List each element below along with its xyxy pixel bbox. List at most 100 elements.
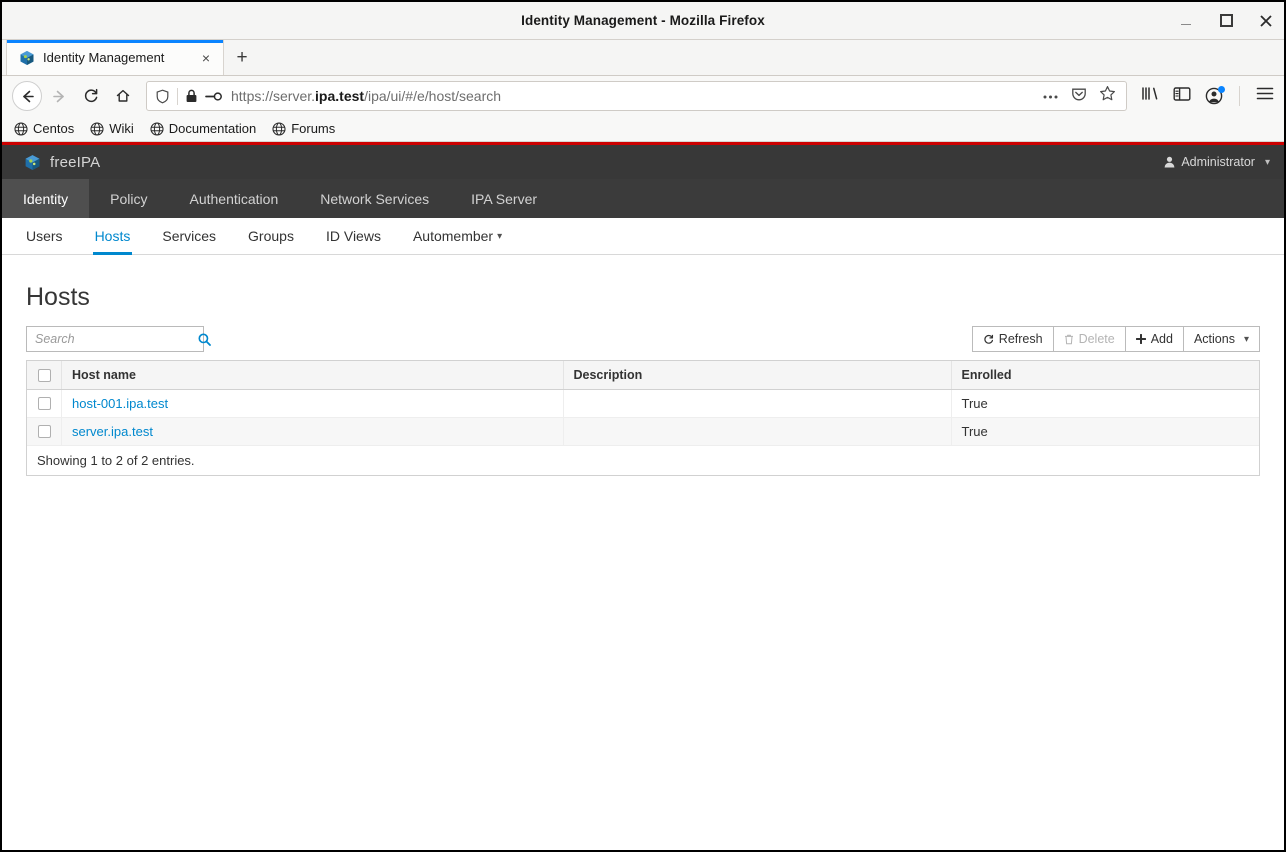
nav-authentication[interactable]: Authentication xyxy=(169,179,300,218)
bookmark-forums[interactable]: Forums xyxy=(272,121,335,136)
tab-title: Identity Management xyxy=(43,50,165,65)
globe-icon xyxy=(14,121,28,136)
freeipa-favicon xyxy=(20,50,34,65)
refresh-button[interactable]: Refresh xyxy=(971,326,1054,352)
tab-strip: Identity Management × + xyxy=(2,40,1284,76)
subnav-automember[interactable]: Automember ▾ xyxy=(397,218,518,254)
subnav-users[interactable]: Users xyxy=(10,218,79,254)
delete-button[interactable]: Delete xyxy=(1052,326,1126,352)
row-checkbox[interactable] xyxy=(38,425,51,438)
brand[interactable]: freeIPA xyxy=(24,154,100,171)
subnav-services[interactable]: Services xyxy=(146,218,232,254)
globe-icon xyxy=(150,121,164,136)
tab-close-icon[interactable]: × xyxy=(197,49,215,67)
reload-icon[interactable] xyxy=(76,81,106,111)
sidebar-icon[interactable] xyxy=(1173,86,1191,107)
main-content: Hosts Refresh xyxy=(2,255,1284,476)
url-domain: ipa.test xyxy=(315,88,365,104)
pocket-icon[interactable] xyxy=(1071,86,1087,107)
table-row[interactable]: server.ipa.test True xyxy=(27,417,1259,446)
search-icon[interactable] xyxy=(198,333,211,346)
user-name: Administrator xyxy=(1181,155,1255,169)
lock-icon[interactable] xyxy=(185,89,198,103)
bookmark-documentation[interactable]: Documentation xyxy=(150,121,256,136)
brand-label: freeIPA xyxy=(50,153,101,171)
search-input[interactable] xyxy=(35,332,198,346)
subnav-groups[interactable]: Groups xyxy=(232,218,310,254)
hosts-table: Host name Description Enrolled host-001.… xyxy=(27,361,1259,446)
row-select-cell xyxy=(27,389,62,418)
page-title: Hosts xyxy=(26,283,90,311)
cell-host-name: server.ipa.test xyxy=(61,417,564,446)
trash-icon xyxy=(1064,334,1074,345)
nav-network-services[interactable]: Network Services xyxy=(299,179,450,218)
list-toolbar: Refresh Delete Add xyxy=(26,326,1260,352)
page-actions-icon[interactable] xyxy=(1042,87,1059,105)
close-icon[interactable] xyxy=(1256,11,1276,31)
column-header-description[interactable]: Description xyxy=(563,361,952,390)
globe-icon xyxy=(272,121,286,136)
select-all-checkbox[interactable] xyxy=(38,368,51,382)
library-icon[interactable] xyxy=(1141,85,1159,107)
column-header-host-name[interactable]: Host name xyxy=(61,361,564,390)
freeipa-logo-icon xyxy=(25,154,40,170)
row-checkbox[interactable] xyxy=(38,397,51,410)
cell-description xyxy=(563,417,952,446)
table-body: host-001.ipa.test True server.ipa.test T… xyxy=(27,389,1259,446)
bookmark-star-icon[interactable] xyxy=(1099,85,1116,107)
add-button[interactable]: Add xyxy=(1124,326,1184,352)
account-icon[interactable] xyxy=(1205,86,1225,105)
subnav-id-views[interactable]: ID Views xyxy=(310,218,397,254)
page-viewport: freeIPA Administrator ▾ Identity Policy … xyxy=(2,142,1284,850)
back-icon[interactable] xyxy=(12,81,42,111)
url-path: /ipa/ui/#/e/host/search xyxy=(364,88,502,104)
row-select-cell xyxy=(27,417,62,446)
host-link[interactable]: server.ipa.test xyxy=(72,424,153,439)
action-buttons: Refresh Delete Add Actions ▾ xyxy=(971,326,1260,352)
actions-label: Actions xyxy=(1193,332,1235,346)
urlbar-divider xyxy=(177,87,178,105)
url-text[interactable]: https://server.ipa.test/ipa/ui/#/e/host/… xyxy=(229,88,1035,104)
bookmarks-bar: Centos Wiki Documentation Forums xyxy=(2,116,1284,142)
account-badge-dot xyxy=(1218,86,1225,93)
key-icon[interactable] xyxy=(205,91,222,102)
table-header-row: Host name Description Enrolled xyxy=(27,361,1259,390)
column-header-enrolled[interactable]: Enrolled xyxy=(951,361,1259,390)
minimize-icon[interactable] xyxy=(1176,11,1196,31)
actions-button[interactable]: Actions ▾ xyxy=(1182,326,1260,352)
host-link[interactable]: host-001.ipa.test xyxy=(72,396,168,411)
nav-ipa-server[interactable]: IPA Server xyxy=(450,179,558,218)
chevron-down-icon: ▾ xyxy=(1243,333,1249,345)
search-box[interactable] xyxy=(26,326,211,352)
toolbar-divider xyxy=(1239,86,1240,106)
nav-identity[interactable]: Identity xyxy=(2,179,90,218)
subnav-automember-label: Automember xyxy=(412,228,494,244)
cell-enrolled: True xyxy=(951,417,1259,446)
table-row[interactable]: host-001.ipa.test True xyxy=(27,389,1259,418)
browser-tab-identity-management[interactable]: Identity Management × xyxy=(6,40,224,75)
bookmark-label: Documentation xyxy=(168,121,257,136)
home-icon[interactable] xyxy=(108,81,138,111)
globe-icon xyxy=(90,121,104,136)
maximize-icon[interactable] xyxy=(1216,11,1236,31)
forward-icon[interactable] xyxy=(44,81,74,111)
nav-policy[interactable]: Policy xyxy=(89,179,168,218)
table-head: Host name Description Enrolled xyxy=(27,361,1259,390)
hamburger-menu-icon[interactable] xyxy=(1256,86,1274,106)
address-bar[interactable]: https://server.ipa.test/ipa/ui/#/e/host/… xyxy=(146,81,1127,111)
table-summary: Showing 1 to 2 of 2 entries. xyxy=(27,446,1259,475)
bookmark-wiki[interactable]: Wiki xyxy=(90,121,134,136)
refresh-label: Refresh xyxy=(998,332,1043,346)
app-header: freeIPA Administrator ▾ xyxy=(2,145,1284,179)
cell-description xyxy=(563,389,952,418)
tracking-protection-shield-icon[interactable] xyxy=(155,89,170,104)
user-menu[interactable]: Administrator ▾ xyxy=(1164,155,1270,169)
new-tab-button[interactable]: + xyxy=(224,40,260,75)
plus-icon xyxy=(1135,334,1146,344)
chevron-down-icon: ▾ xyxy=(497,230,503,242)
browser-toolbar-icons xyxy=(1137,85,1274,107)
window-controls xyxy=(1176,11,1276,31)
subnav-hosts[interactable]: Hosts xyxy=(79,218,147,255)
bookmark-centos[interactable]: Centos xyxy=(14,121,74,136)
refresh-icon xyxy=(983,334,994,345)
